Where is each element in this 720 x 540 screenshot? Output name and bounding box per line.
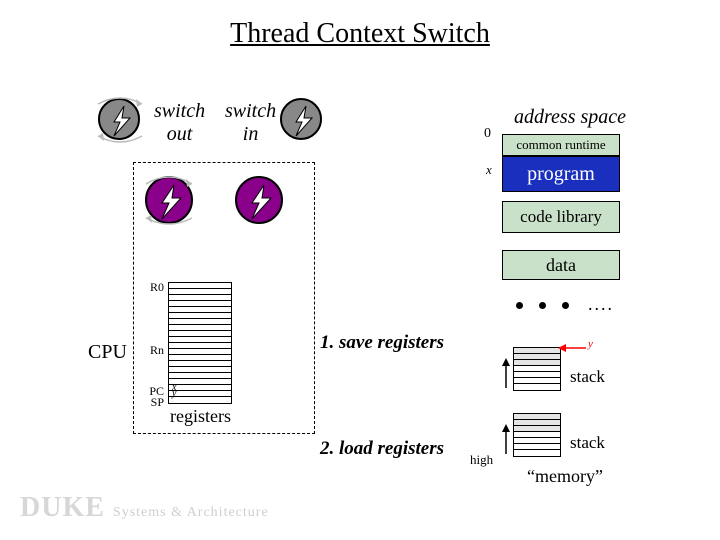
registers-caption: registers bbox=[170, 406, 231, 427]
reg-rn-label: Rn bbox=[138, 343, 164, 358]
y-label: y bbox=[588, 338, 593, 350]
addr-zero: 0 bbox=[484, 126, 491, 142]
step1-label: 1. save registers bbox=[320, 332, 444, 354]
dot-row bbox=[516, 302, 569, 309]
footer-duke-text: DUKE bbox=[20, 492, 105, 524]
dot-ellipsis: .... bbox=[588, 294, 614, 315]
mem-data: data bbox=[502, 250, 620, 280]
swap-arrows-purple bbox=[136, 168, 202, 232]
switch-out-label: switch out bbox=[154, 100, 205, 146]
swap-arrows-left bbox=[88, 90, 152, 150]
stack2-grow-arrow bbox=[499, 424, 513, 458]
stack1-grow-arrow bbox=[499, 358, 513, 392]
reg-r0-label: R0 bbox=[138, 280, 164, 295]
mem-code-library: code library bbox=[502, 201, 620, 233]
footer-brand: DUKE Systems & Architecture bbox=[20, 492, 269, 524]
step2-label: 2. load registers bbox=[320, 438, 444, 460]
mem-program: program bbox=[502, 156, 620, 192]
addr-x: x bbox=[486, 162, 492, 178]
stack-1 bbox=[513, 347, 561, 391]
memory-caption: “memory” bbox=[527, 466, 603, 487]
stack-1-label: stack bbox=[570, 367, 605, 387]
page-title: Thread Context Switch bbox=[0, 18, 720, 50]
cpu-label: CPU bbox=[88, 341, 127, 364]
switch-in-label: switch in bbox=[225, 100, 276, 146]
address-space-label: address space bbox=[514, 106, 626, 129]
reg-sp-label: SP bbox=[138, 395, 164, 410]
bolt-gray-2 bbox=[280, 98, 322, 140]
register-block: x y bbox=[168, 282, 232, 404]
stack-2-label: stack bbox=[570, 433, 605, 453]
stack-2 bbox=[513, 413, 561, 457]
mem-common-runtime: common runtime bbox=[502, 134, 620, 156]
y-pointer bbox=[558, 340, 588, 356]
addr-high: high bbox=[470, 452, 493, 468]
bolt-purple-right bbox=[235, 176, 283, 224]
footer-sub-text: Systems & Architecture bbox=[113, 505, 269, 521]
